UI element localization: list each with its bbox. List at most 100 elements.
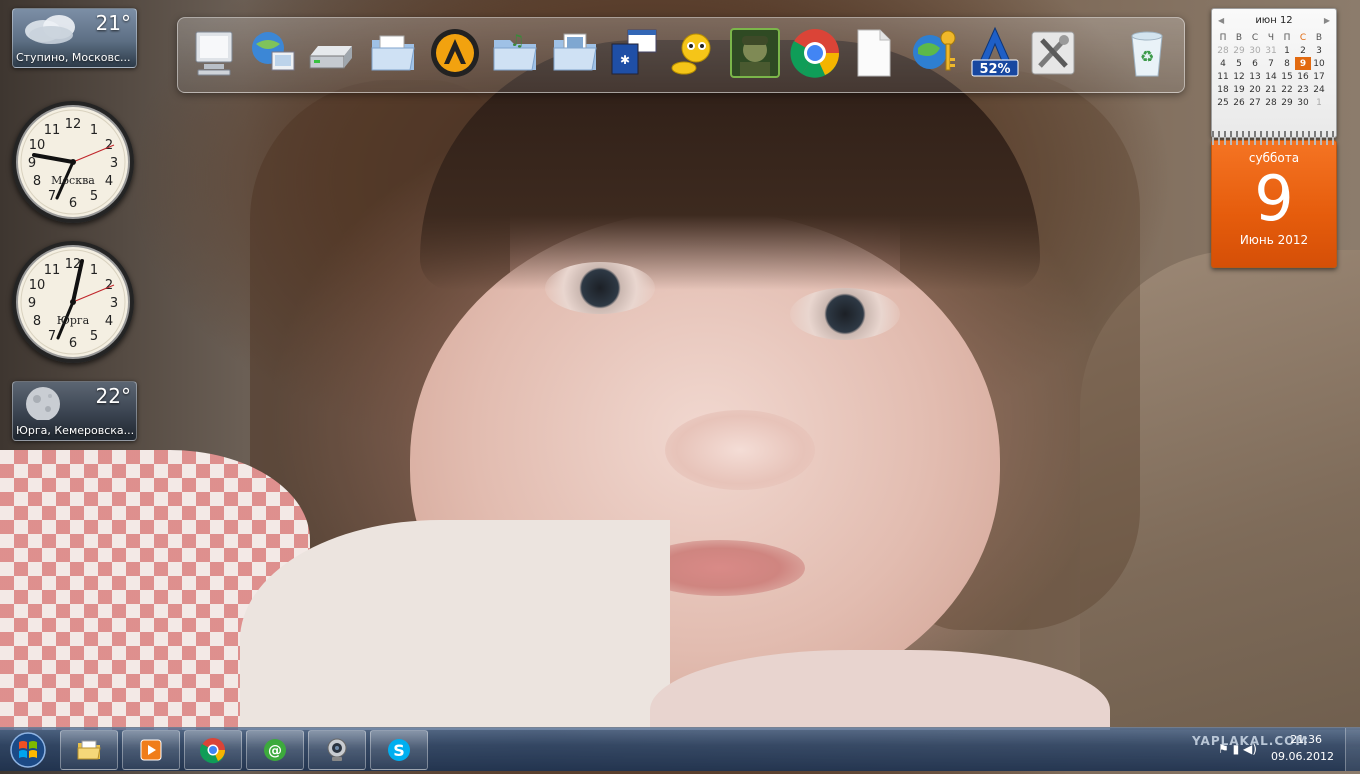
volume-icon[interactable]: ◀) xyxy=(1243,742,1257,756)
calendar-day[interactable]: 31 xyxy=(1263,44,1279,57)
show-desktop-button[interactable] xyxy=(1345,728,1360,771)
day-card-rings xyxy=(1212,137,1336,145)
calendar-day[interactable]: 4 xyxy=(1215,57,1231,70)
calendar-day[interactable]: 30 xyxy=(1247,44,1263,57)
taskbar-mail-agent-button[interactable]: @ xyxy=(246,730,304,770)
svg-text:9: 9 xyxy=(28,156,36,171)
documents-folder-icon[interactable] xyxy=(364,24,422,82)
calendar-day[interactable]: 19 xyxy=(1231,83,1247,96)
calendar-day[interactable]: 17 xyxy=(1311,70,1327,83)
skype-icon: S xyxy=(388,739,410,761)
wallpaper-hair-right xyxy=(900,70,1140,630)
webcam-icon xyxy=(327,738,347,761)
calendar-day[interactable]: 21 xyxy=(1263,83,1279,96)
taskbar-skype-button[interactable]: S xyxy=(370,730,428,770)
calendar-day[interactable]: 6 xyxy=(1247,57,1263,70)
windows-logo-icon xyxy=(10,732,46,768)
media-player-icon xyxy=(140,739,162,761)
qip-messenger-icon[interactable] xyxy=(664,24,722,82)
calendar-day[interactable]: 30 xyxy=(1295,96,1311,109)
svg-text:5: 5 xyxy=(90,189,98,204)
calendar-day[interactable]: 7 xyxy=(1263,57,1279,70)
tray-clock-date[interactable]: 09.06.2012 xyxy=(1271,750,1334,763)
tray-clock-time[interactable]: 21:36 xyxy=(1290,733,1322,746)
cloud-icon xyxy=(25,15,75,44)
calendar-day[interactable]: 14 xyxy=(1263,70,1279,83)
aimp-player-icon[interactable] xyxy=(426,24,484,82)
calendar-day[interactable]: 25 xyxy=(1215,96,1231,109)
day-card-number: 9 xyxy=(1254,162,1294,235)
calendar-day[interactable]: 29 xyxy=(1279,96,1295,109)
wallpaper-collar xyxy=(240,520,670,730)
computer-icon[interactable] xyxy=(186,24,244,82)
calendar-day[interactable]: 27 xyxy=(1247,96,1263,109)
calendar-day[interactable]: 26 xyxy=(1231,96,1247,109)
taskbar-webcam-button[interactable] xyxy=(308,730,366,770)
window-switcher-icon[interactable]: ✱ xyxy=(604,24,662,82)
network-globe-icon[interactable] xyxy=(244,24,302,82)
tools-icon[interactable] xyxy=(1024,24,1082,82)
chrome-icon[interactable] xyxy=(786,24,844,82)
calendar-day[interactable]: 10 xyxy=(1311,57,1327,70)
next-month-arrow-icon[interactable]: ▶ xyxy=(1324,16,1330,25)
svg-text:10: 10 xyxy=(29,278,46,293)
calendar-gadget[interactable]: ◀ июн 12 ▶ П В С Ч П С В 28 29 30 31 1 2… xyxy=(1211,8,1337,141)
calendar-day[interactable]: 1 xyxy=(1311,96,1327,109)
calendar-day[interactable]: 2 xyxy=(1295,44,1311,57)
wallpaper-eye-right xyxy=(790,288,900,340)
calendar-day[interactable]: 28 xyxy=(1215,44,1231,57)
download-progress-badge: 52% xyxy=(979,62,1010,77)
calendar-day[interactable]: 1 xyxy=(1279,44,1295,57)
recycle-bin-icon[interactable]: ♻ xyxy=(1118,24,1176,82)
svg-text:6: 6 xyxy=(69,336,77,351)
svg-text:3: 3 xyxy=(110,296,118,311)
wallpaper-dress-bottom xyxy=(650,650,1110,730)
taskbar-chrome-button[interactable] xyxy=(184,730,242,770)
calendar-day-card[interactable]: суббота 9 Июнь 2012 xyxy=(1211,137,1337,268)
svg-text:7: 7 xyxy=(48,329,56,344)
weather-gadget-stupino[interactable]: 21° Ступино, Московс... xyxy=(12,8,137,68)
calendar-day[interactable]: 23 xyxy=(1295,83,1311,96)
calendar-day[interactable]: 22 xyxy=(1279,83,1295,96)
calendar-day[interactable]: 15 xyxy=(1279,70,1295,83)
pictures-folder-icon[interactable] xyxy=(546,24,604,82)
start-button[interactable] xyxy=(4,730,52,770)
weather-gadget-yurga[interactable]: 22° Юрга, Кемеровска... xyxy=(12,381,137,441)
svg-text:S: S xyxy=(393,741,405,760)
taskbar-media-player-button[interactable] xyxy=(122,730,180,770)
weather-temperature: 21° xyxy=(95,11,131,35)
calendar-day[interactable]: 8 xyxy=(1279,57,1295,70)
calendar-day[interactable]: 5 xyxy=(1231,57,1247,70)
drive-icon[interactable] xyxy=(302,24,360,82)
calendar-day[interactable]: 13 xyxy=(1247,70,1263,83)
svg-text:3: 3 xyxy=(110,156,118,171)
chrome-icon xyxy=(200,738,226,764)
tray-icons[interactable]: ⚑ ▮ ◀) xyxy=(1218,742,1257,756)
taskbar-explorer-button[interactable] xyxy=(60,730,118,770)
calendar-day[interactable]: 18 xyxy=(1215,83,1231,96)
music-folder-icon[interactable]: ♫ xyxy=(486,24,544,82)
calendar-day[interactable]: 3 xyxy=(1311,44,1327,57)
calendar-day[interactable]: 11 xyxy=(1215,70,1231,83)
network-icon[interactable]: ▮ xyxy=(1233,742,1240,756)
calendar-day[interactable]: 12 xyxy=(1231,70,1247,83)
globe-key-icon[interactable] xyxy=(906,24,964,82)
svg-text:♫: ♫ xyxy=(510,31,524,50)
clock-city-label: Юрга xyxy=(56,314,90,327)
svg-text:10: 10 xyxy=(29,138,46,153)
game-soldier-icon[interactable] xyxy=(726,24,784,82)
blank-document-icon[interactable] xyxy=(844,24,902,82)
calendar-day[interactable]: 29 xyxy=(1231,44,1247,57)
weekday-header: Ч xyxy=(1267,32,1275,43)
clock-gadget-yurga[interactable]: 12 1 2 345 678 9 10 11 Юрга xyxy=(12,241,134,363)
flag-icon[interactable]: ⚑ xyxy=(1218,742,1229,756)
weekday-header: П xyxy=(1283,32,1291,43)
download-manager-icon[interactable]: 52% xyxy=(966,24,1024,82)
calendar-day[interactable]: 24 xyxy=(1311,83,1327,96)
calendar-day[interactable]: 28 xyxy=(1263,96,1279,109)
clock-gadget-moscow[interactable]: 12 1 2 345 678 9 10 11 Москва xyxy=(12,101,134,223)
calendar-day[interactable]: 16 xyxy=(1295,70,1311,83)
app-dock: ♫ ✱ 52% ♻ xyxy=(177,17,1185,93)
calendar-day-today[interactable]: 9 xyxy=(1295,57,1311,70)
calendar-day[interactable]: 20 xyxy=(1247,83,1263,96)
